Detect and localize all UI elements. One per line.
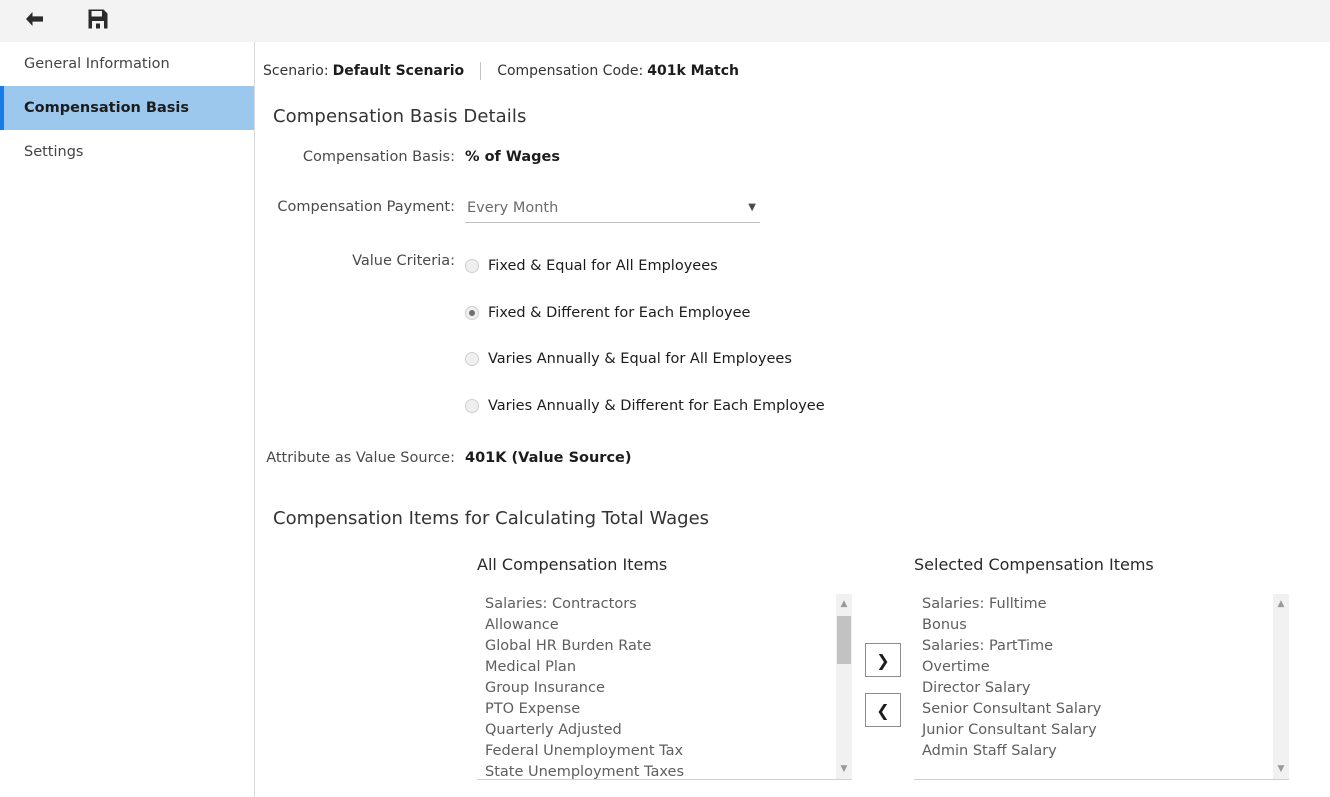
radio-indicator[interactable] — [465, 259, 479, 274]
selected-items-scrollbar[interactable]: ▲ ▼ — [1273, 594, 1289, 779]
top-toolbar — [0, 0, 1330, 42]
list-item[interactable]: Salaries: PartTime — [922, 636, 1273, 657]
list-item[interactable]: Junior Consultant Salary — [922, 720, 1273, 741]
list-item[interactable]: Admin Staff Salary — [922, 741, 1273, 762]
list-item[interactable]: Group Insurance — [485, 678, 836, 699]
section-title-compensation-items: Compensation Items for Calculating Total… — [273, 508, 710, 529]
transfer-buttons: ❯ ❮ — [852, 555, 914, 780]
attribute-value-source-value: 401K (Value Source) — [465, 450, 632, 466]
back-button[interactable] — [20, 7, 48, 35]
scroll-down-icon[interactable]: ▼ — [1273, 761, 1289, 777]
list-item[interactable]: Senior Consultant Salary — [922, 699, 1273, 720]
all-compensation-items-header: All Compensation Items — [477, 555, 668, 574]
add-item-button[interactable]: ❯ — [865, 643, 901, 677]
field-row-attribute-value-source: Attribute as Value Source: 401K (Value S… — [255, 446, 1330, 466]
compensation-payment-select[interactable]: Every Month ▼ — [465, 195, 760, 223]
radio-fixed-equal-all[interactable]: Fixed & Equal for All Employees — [465, 243, 1330, 290]
attribute-value-source-label: Attribute as Value Source: — [266, 450, 455, 466]
sidebar-item-label: Settings — [24, 144, 84, 160]
floppy-disk-save-icon — [87, 8, 109, 33]
radio-label: Fixed & Equal for All Employees — [488, 258, 718, 275]
radio-indicator[interactable] — [465, 305, 479, 320]
selected-compensation-items-list[interactable]: Salaries: Fulltime Bonus Salaries: PartTim… — [914, 594, 1273, 779]
compensation-basis-form: Compensation Basis: % of Wages Compensat… — [255, 145, 1330, 466]
breadcrumb-divider — [480, 62, 482, 80]
scroll-up-icon[interactable]: ▲ — [836, 596, 852, 612]
sidebar-item-general-information[interactable]: General Information — [0, 42, 254, 86]
value-criteria-label: Value Criteria: — [352, 253, 455, 269]
compensation-basis-value: % of Wages — [465, 149, 561, 165]
breadcrumb-code-value: 401k Match — [647, 63, 739, 79]
transfer-left-spacer — [273, 555, 477, 780]
compensation-payment-label: Compensation Payment: — [277, 199, 455, 215]
main-content: Scenario: Default Scenario Compensation … — [255, 42, 1330, 797]
selected-compensation-items-listbox[interactable]: Salaries: Fulltime Bonus Salaries: PartTim… — [914, 594, 1289, 780]
all-compensation-items-list[interactable]: Salaries: Contractors Allowance Global HR … — [477, 594, 836, 779]
radio-label: Fixed & Different for Each Employee — [488, 304, 751, 321]
selected-compensation-items-panel: Selected Compensation Items Salaries: Fu… — [914, 555, 1289, 780]
all-compensation-items-panel: All Compensation Items Salaries: Contrac… — [477, 555, 852, 780]
field-row-compensation-basis: Compensation Basis: % of Wages — [255, 145, 1330, 195]
list-item[interactable]: Overtime — [922, 657, 1273, 678]
list-item[interactable]: Director Salary — [922, 678, 1273, 699]
list-item[interactable]: PTO Expense — [485, 699, 836, 720]
save-button[interactable] — [84, 7, 112, 35]
breadcrumb-code-label: Compensation Code: — [497, 63, 644, 79]
compensation-payment-selected-value: Every Month — [467, 199, 559, 216]
radio-varies-equal-all[interactable]: Varies Annually & Equal for All Employee… — [465, 336, 1330, 383]
value-criteria-radio-group: Fixed & Equal for All Employees Fixed & … — [465, 243, 1330, 429]
scrollbar-thumb[interactable] — [837, 616, 851, 664]
scroll-up-icon[interactable]: ▲ — [1273, 596, 1289, 612]
breadcrumb-scenario-value: Default Scenario — [332, 63, 465, 79]
sidebar-item-compensation-basis[interactable]: Compensation Basis — [0, 86, 254, 130]
section-title-details: Compensation Basis Details — [273, 106, 527, 127]
radio-fixed-different-each[interactable]: Fixed & Different for Each Employee — [465, 290, 1330, 337]
breadcrumb: Scenario: Default Scenario Compensation … — [255, 42, 1330, 80]
app-shell: General Information Compensation Basis S… — [0, 42, 1330, 797]
list-item[interactable]: Global HR Burden Rate — [485, 636, 836, 657]
radio-varies-different-each[interactable]: Varies Annually & Different for Each Emp… — [465, 383, 1330, 430]
sidebar-item-label: General Information — [24, 56, 170, 72]
selected-compensation-items-header: Selected Compensation Items — [914, 555, 1154, 574]
sidebar-item-label: Compensation Basis — [24, 100, 189, 116]
sidebar-item-settings[interactable]: Settings — [0, 130, 254, 174]
all-items-scrollbar[interactable]: ▲ ▼ — [836, 594, 852, 779]
sidebar-nav: General Information Compensation Basis S… — [0, 42, 255, 797]
list-item[interactable]: State Unemployment Taxes — [485, 762, 836, 779]
arrow-left-icon — [23, 10, 45, 31]
scroll-down-icon[interactable]: ▼ — [836, 761, 852, 777]
transfer-lists: All Compensation Items Salaries: Contrac… — [255, 555, 1330, 780]
field-row-compensation-payment: Compensation Payment: Every Month ▼ — [255, 195, 1330, 243]
list-item[interactable]: Salaries: Fulltime — [922, 594, 1273, 615]
radio-label: Varies Annually & Different for Each Emp… — [488, 397, 825, 414]
breadcrumb-scenario-label: Scenario: — [263, 63, 329, 79]
list-item[interactable]: Allowance — [485, 615, 836, 636]
radio-indicator[interactable] — [465, 398, 479, 413]
field-row-value-criteria: Value Criteria: Fixed & Equal for All Em… — [255, 243, 1330, 429]
remove-item-button[interactable]: ❮ — [865, 693, 901, 727]
compensation-basis-label: Compensation Basis: — [302, 149, 455, 165]
list-item[interactable]: Quarterly Adjusted — [485, 720, 836, 741]
list-item[interactable]: Bonus — [922, 615, 1273, 636]
list-item[interactable]: Federal Unemployment Tax — [485, 741, 836, 762]
chevron-down-icon: ▼ — [748, 202, 756, 213]
list-item[interactable]: Medical Plan — [485, 657, 836, 678]
radio-label: Varies Annually & Equal for All Employee… — [488, 351, 792, 368]
list-item[interactable]: Salaries: Contractors — [485, 594, 836, 615]
radio-indicator[interactable] — [465, 352, 479, 367]
all-compensation-items-listbox[interactable]: Salaries: Contractors Allowance Global HR … — [477, 594, 852, 780]
